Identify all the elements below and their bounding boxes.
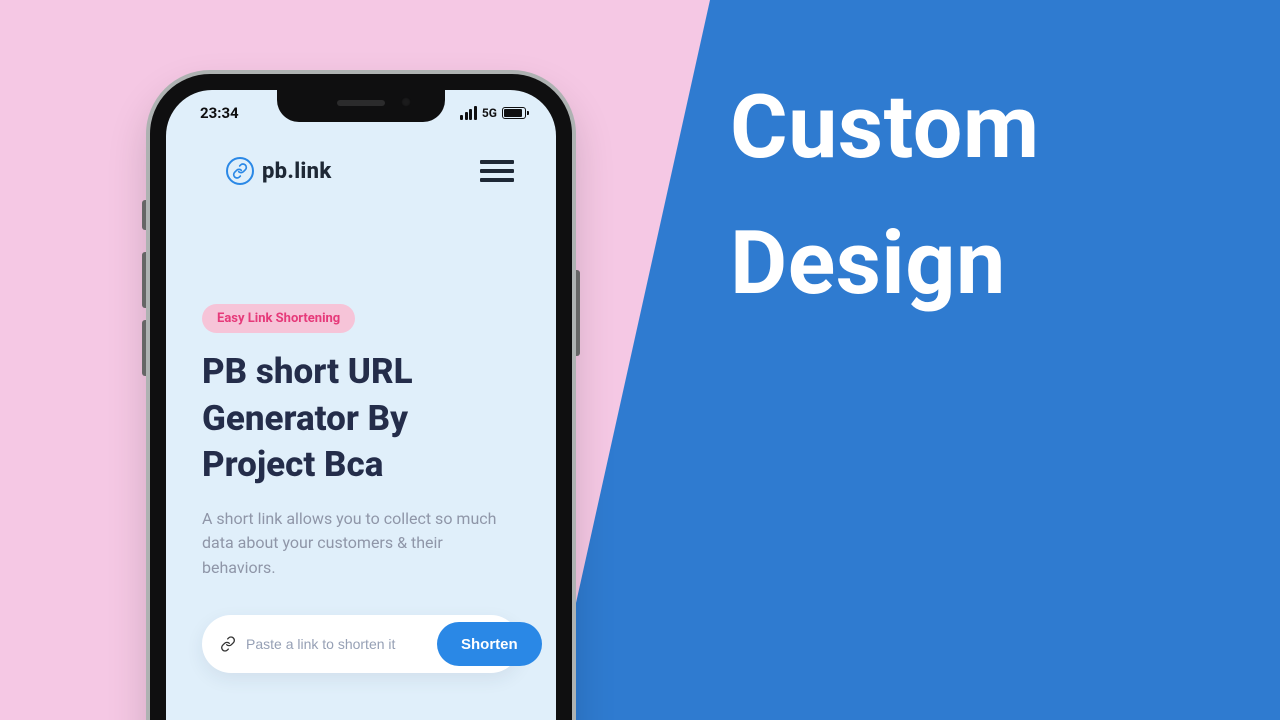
network-type: 5G — [482, 106, 497, 120]
menu-button[interactable] — [476, 156, 518, 186]
signal-icon — [460, 106, 477, 120]
hero-description: A short link allows you to collect so mu… — [202, 507, 520, 581]
shorten-bar: Shorten — [202, 615, 520, 673]
brand[interactable]: pb.link — [226, 157, 332, 185]
menu-icon — [480, 178, 514, 182]
app-header: pb.link — [166, 136, 556, 194]
tag-pill: Easy Link Shortening — [202, 304, 355, 333]
phone-screen: 23:34 5G pb.link — [166, 90, 556, 720]
promo-stage: Custom Design 23:34 5G — [0, 0, 1280, 720]
status-indicators: 5G — [460, 106, 532, 120]
url-input[interactable] — [246, 636, 427, 652]
right-title: Custom Design — [550, 0, 1280, 333]
hero-title: PB short URL Generator By Project Bca — [202, 349, 520, 489]
link-icon — [226, 157, 254, 185]
status-time: 23:34 — [190, 104, 239, 122]
link-icon — [220, 636, 236, 652]
right-panel: Custom Design — [550, 0, 1280, 720]
hero-content: Easy Link Shortening PB short URL Genera… — [166, 194, 556, 693]
brand-name: pb.link — [262, 159, 332, 184]
menu-icon — [480, 160, 514, 164]
phone-speaker — [337, 100, 385, 106]
battery-icon — [502, 107, 526, 119]
battery-fill — [504, 109, 522, 117]
shorten-button[interactable]: Shorten — [437, 622, 542, 666]
phone-notch — [277, 90, 445, 122]
menu-icon — [480, 169, 514, 173]
phone-camera — [401, 97, 411, 107]
